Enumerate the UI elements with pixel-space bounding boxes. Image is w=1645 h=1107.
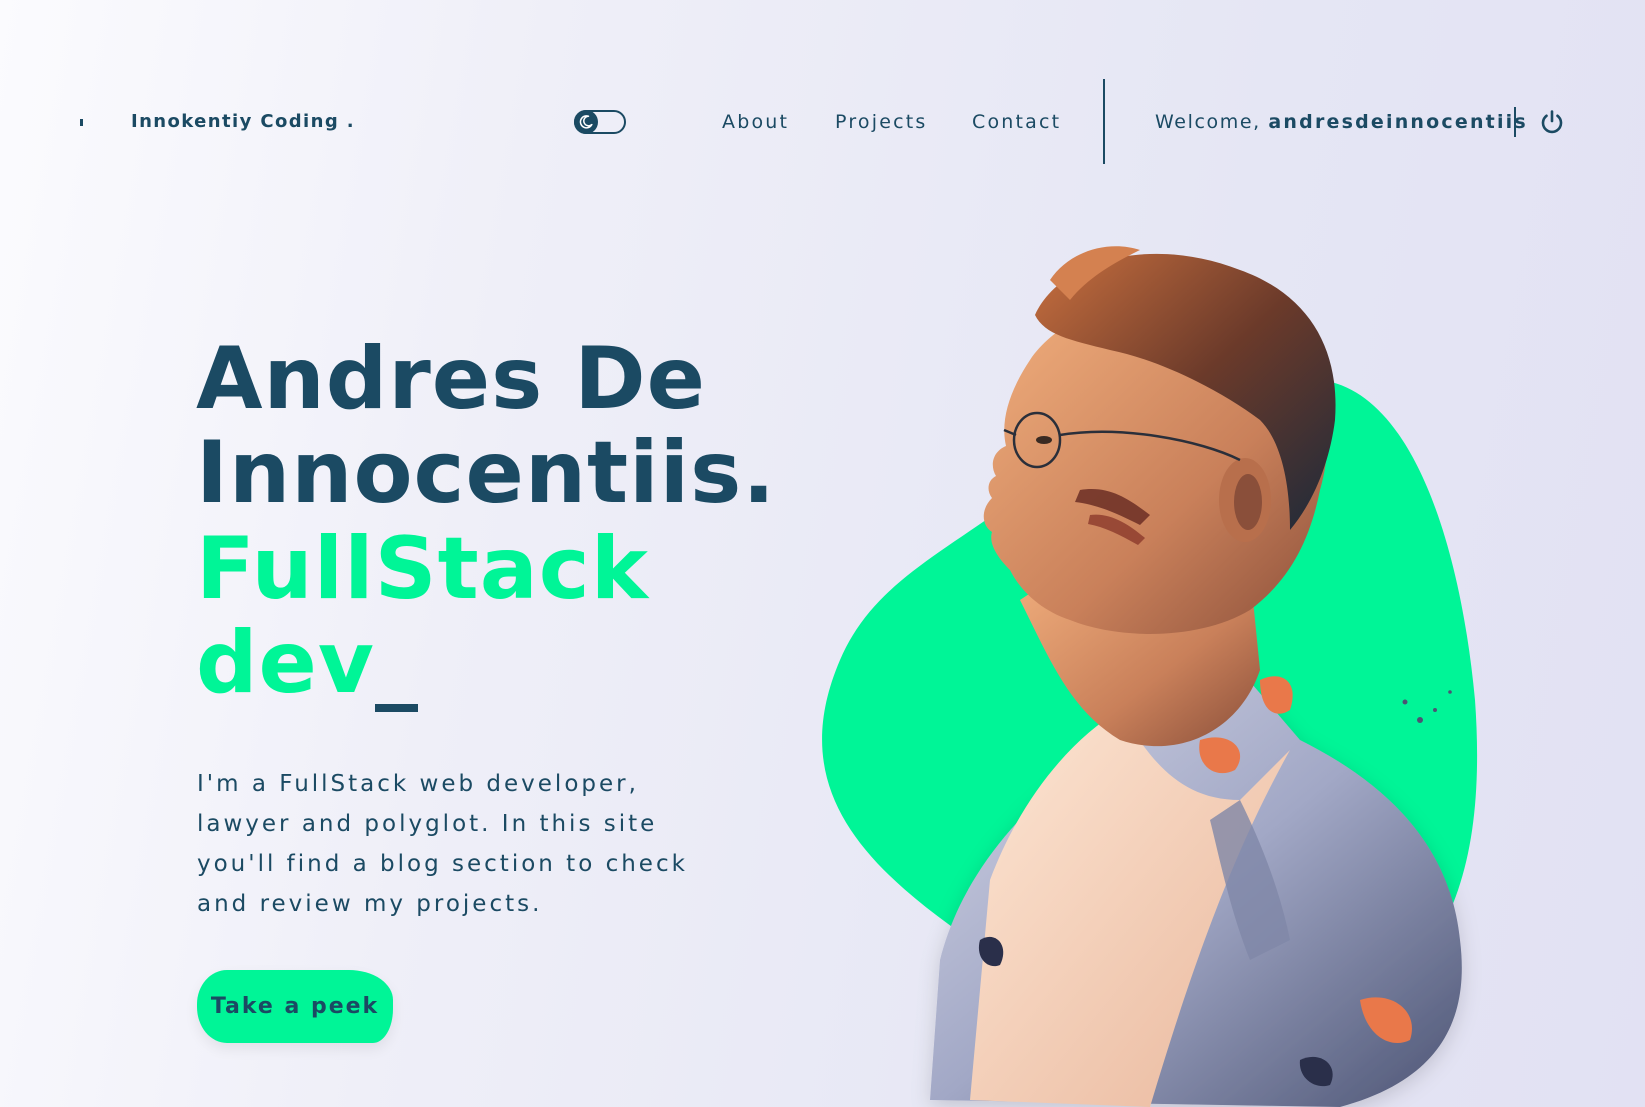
site-header: Innokentiy Coding . About Projects Conta…	[0, 0, 1645, 245]
logout-button[interactable]	[1537, 107, 1567, 137]
portrait-image	[822, 246, 1478, 1107]
nav-link-projects[interactable]: Projects	[835, 111, 928, 133]
header-divider-small	[1514, 107, 1516, 137]
hero-role: FullStack dev_	[196, 522, 649, 710]
nav-link-about[interactable]: About	[722, 111, 789, 133]
logo-mark-icon	[80, 119, 83, 126]
brand-logo-link[interactable]: Innokentiy Coding .	[131, 111, 355, 132]
hero-name: Andres De Innocentiis.	[196, 332, 776, 520]
nav-link-contact[interactable]: Contact	[972, 111, 1061, 133]
theme-toggle[interactable]	[574, 110, 626, 134]
header-divider	[1103, 79, 1105, 164]
take-a-peek-button[interactable]: Take a peek	[197, 970, 393, 1043]
hero-role-line2: dev	[196, 613, 375, 713]
hero-name-line2: Innocentiis.	[196, 423, 776, 523]
hero-role-line1: FullStack	[196, 519, 649, 619]
power-icon	[1541, 110, 1563, 134]
hero-name-line1: Andres De	[196, 329, 706, 429]
welcome-prefix: Welcome,	[1155, 111, 1261, 133]
welcome-message: Welcome, andresdeinnocentiis	[1155, 111, 1528, 133]
moon-icon	[574, 110, 598, 134]
hero-description: I'm a FullStack web developer, lawyer an…	[197, 771, 688, 917]
typing-cursor: _	[374, 613, 419, 713]
username-label: andresdeinnocentiis	[1268, 111, 1528, 133]
